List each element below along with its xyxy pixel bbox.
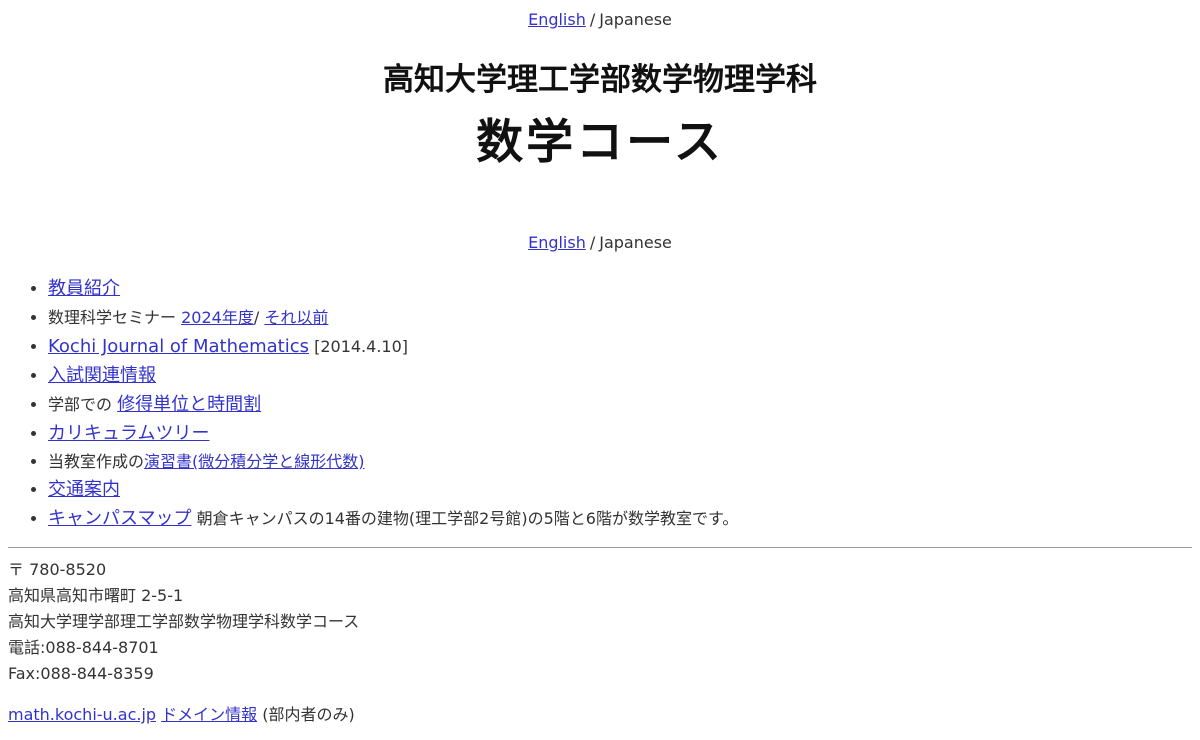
list-item-credits: 学部での 修得単位と時間割 [48,390,738,419]
language-separator: / [589,10,596,29]
credits-label: 学部での [48,395,113,414]
domain-info-link[interactable]: ドメイン情報 [161,705,257,724]
postal-code: 〒 780-8520 [8,560,107,579]
domain-note: (部内者のみ) [262,705,355,724]
footer-divider [8,547,1192,548]
campus-note: 朝倉キャンパスの14番の建物(理工学部2号館)の5階と6階が数学教室です。 [196,509,739,528]
list-item-access: 交通案内 [48,475,738,504]
list-item-seminar: 数理科学セミナー 2024年度/ それ以前 [48,303,738,332]
domain-link[interactable]: math.kochi-u.ac.jp [8,705,156,724]
language-switcher-bottom: English / Japanese [0,233,1200,253]
exercises-link[interactable]: 演習書(微分積分学と線形代数) [144,452,365,471]
japanese-current-label: Japanese [599,233,672,252]
domain-info: math.kochi-u.ac.jp ドメイン情報 (部内者のみ) [8,704,355,726]
phone-number: 電話:088-844-8701 [8,638,159,657]
campus-map-link[interactable]: キャンパスマップ [48,508,191,529]
faculty-link[interactable]: 教員紹介 [48,278,120,299]
admissions-link[interactable]: 入試関連情報 [48,365,156,386]
city-address: 高知県高知市曙町 2-5-1 [8,586,184,605]
language-switcher-top: English / Japanese [0,10,1200,30]
exercises-label: 当教室作成の [48,452,145,471]
list-item-exercises: 当教室作成の演習書(微分積分学と線形代数) [48,448,738,475]
department-name: 高知大学理学部理工学部数学物理学科数学コース [8,612,360,631]
page-title: 高知大学理工学部数学物理学科 [383,62,817,98]
page-subtitle: 数学コース [476,115,724,170]
language-separator: / [589,233,596,252]
main-menu: 教員紹介 数理科学セミナー 2024年度/ それ以前 Kochi Journal… [0,274,738,533]
list-item-faculty: 教員紹介 [48,274,738,303]
curriculum-link[interactable]: カリキュラムツリー [48,423,209,444]
seminar-separator: / [253,308,260,327]
credits-link[interactable]: 修得単位と時間割 [117,394,261,415]
journal-link[interactable]: Kochi Journal of Mathematics [48,336,309,357]
list-item-curriculum: カリキュラムツリー [48,419,738,448]
seminar-label: 数理科学セミナー [48,308,177,327]
seminar-past-link[interactable]: それ以前 [264,308,328,327]
seminar-current-link[interactable]: 2024年度 [181,308,254,327]
contact-address: 〒 780-8520 高知県高知市曙町 2-5-1 高知大学理学部理工学部数学物… [8,557,359,687]
list-item-journal: Kochi Journal of Mathematics [2014.4.10] [48,332,738,361]
english-link-bottom[interactable]: English [528,233,586,252]
journal-date: [2014.4.10] [314,337,409,356]
fax-number: Fax:088-844-8359 [8,664,154,683]
english-link-top[interactable]: English [528,10,586,29]
list-item-campus-map: キャンパスマップ 朝倉キャンパスの14番の建物(理工学部2号館)の5階と6階が数… [48,504,738,533]
list-item-admissions: 入試関連情報 [48,361,738,390]
access-link[interactable]: 交通案内 [48,479,120,500]
japanese-current-label: Japanese [599,10,672,29]
